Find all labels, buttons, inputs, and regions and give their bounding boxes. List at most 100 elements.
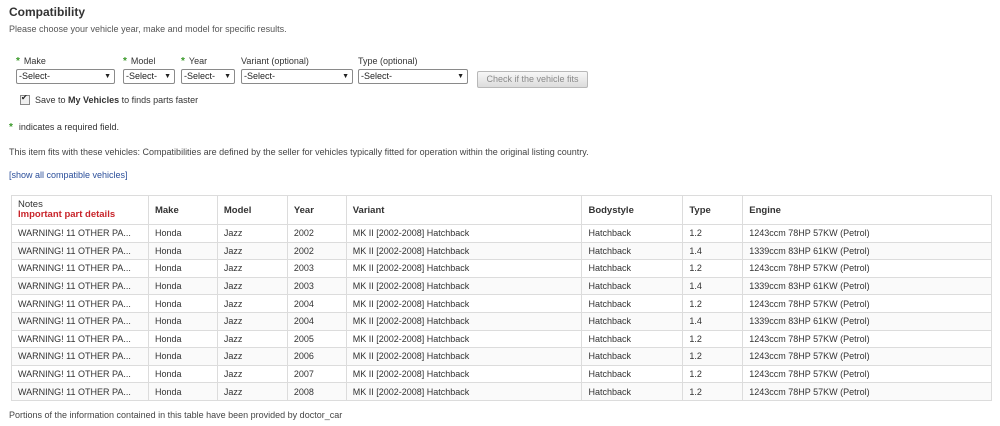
make-cell: Honda xyxy=(147,311,218,331)
bodystyle-cell: Hatchback xyxy=(581,382,684,401)
year-cell: 2007 xyxy=(286,364,347,384)
engine-cell: 1243ccm 78HP 57KW (Petrol) xyxy=(742,364,992,384)
make-column-header[interactable]: Make xyxy=(147,195,218,225)
notes-cell[interactable]: WARNING! 11 OTHER PA... xyxy=(11,364,149,384)
required-star-icon: * xyxy=(123,56,127,67)
chevron-down-icon: ▼ xyxy=(457,73,464,80)
type-selector-group: Type (optional) -Select- ▼ xyxy=(358,55,468,84)
engine-cell: 1339ccm 83HP 61KW (Petrol) xyxy=(742,241,992,261)
variant-select[interactable]: -Select- ▼ xyxy=(241,69,353,84)
table-header-row: Notes Important part details Make Model … xyxy=(11,195,992,225)
chevron-down-icon: ▼ xyxy=(224,73,231,80)
model-cell: Jazz xyxy=(216,224,288,243)
make-label: * Make xyxy=(16,56,46,67)
table-row: WARNING! 11 OTHER PA... Honda Jazz 2008 MK I… xyxy=(11,382,992,401)
my-vehicles-label: My Vehicles xyxy=(68,95,120,105)
model-select[interactable]: -Select- ▼ xyxy=(123,69,175,84)
make-cell: Honda xyxy=(147,329,218,349)
table-row: WARNING! 11 OTHER PA... Honda Jazz 2007 MK I… xyxy=(11,364,992,384)
fits-description: This item fits with these vehicles: Comp… xyxy=(9,147,589,157)
bodystyle-column-header[interactable]: Bodystyle xyxy=(581,195,684,225)
section-title: Compatibility xyxy=(9,5,86,19)
type-label: Type (optional) xyxy=(358,56,418,66)
variant-selector-group: Variant (optional) -Select- ▼ xyxy=(241,55,353,84)
variant-cell: MK II [2002-2008] Hatchback xyxy=(345,329,583,349)
table-row: WARNING! 11 OTHER PA... Honda Jazz 2006 MK I… xyxy=(11,347,992,366)
table-row: WARNING! 11 OTHER PA... Honda Jazz 2003 MK I… xyxy=(11,276,992,296)
chevron-down-icon: ▼ xyxy=(342,73,349,80)
type-cell: 1.2 xyxy=(682,294,744,313)
notes-cell[interactable]: WARNING! 11 OTHER PA... xyxy=(11,382,149,401)
bodystyle-cell: Hatchback xyxy=(581,364,684,384)
model-column-header[interactable]: Model xyxy=(216,195,288,225)
make-cell: Honda xyxy=(147,276,218,296)
bodystyle-cell: Hatchback xyxy=(581,329,684,349)
bodystyle-cell: Hatchback xyxy=(581,259,684,278)
type-cell: 1.4 xyxy=(682,276,744,296)
table-row: WARNING! 11 OTHER PA... Honda Jazz 2004 MK I… xyxy=(11,311,992,331)
save-vehicle-row: Save to My Vehicles to finds parts faste… xyxy=(20,93,198,105)
engine-column-header[interactable]: Engine xyxy=(742,195,992,225)
engine-cell: 1243ccm 78HP 57KW (Petrol) xyxy=(742,294,992,313)
model-cell: Jazz xyxy=(216,241,288,261)
variant-column-header[interactable]: Variant xyxy=(345,195,583,225)
table-row: WARNING! 11 OTHER PA... Honda Jazz 2005 MK I… xyxy=(11,329,992,349)
notes-cell[interactable]: WARNING! 11 OTHER PA... xyxy=(11,224,149,243)
model-cell: Jazz xyxy=(216,276,288,296)
section-subtitle: Please choose your vehicle year, make an… xyxy=(9,24,287,34)
year-cell: 2006 xyxy=(286,347,347,366)
required-star-icon: * xyxy=(181,56,185,67)
make-cell: Honda xyxy=(147,382,218,401)
year-column-header[interactable]: Year xyxy=(286,195,347,225)
model-cell: Jazz xyxy=(216,382,288,401)
notes-cell[interactable]: WARNING! 11 OTHER PA... xyxy=(11,311,149,331)
variant-cell: MK II [2002-2008] Hatchback xyxy=(345,241,583,261)
important-details-label: Important part details xyxy=(18,209,116,220)
year-cell: 2005 xyxy=(286,329,347,349)
required-field-note: * indicates a required field. xyxy=(9,122,119,133)
variant-cell: MK II [2002-2008] Hatchback xyxy=(345,276,583,296)
bodystyle-cell: Hatchback xyxy=(581,347,684,366)
engine-cell: 1243ccm 78HP 57KW (Petrol) xyxy=(742,382,992,401)
make-cell: Honda xyxy=(147,347,218,366)
type-select[interactable]: -Select- ▼ xyxy=(358,69,468,84)
notes-column-header: Notes Important part details xyxy=(11,195,149,225)
model-selector-group: * Model -Select- ▼ xyxy=(123,55,175,84)
notes-cell[interactable]: WARNING! 11 OTHER PA... xyxy=(11,241,149,261)
make-select[interactable]: -Select- ▼ xyxy=(16,69,115,84)
type-cell: 1.2 xyxy=(682,347,744,366)
type-column-header[interactable]: Type xyxy=(682,195,744,225)
notes-cell[interactable]: WARNING! 11 OTHER PA... xyxy=(11,276,149,296)
bodystyle-cell: Hatchback xyxy=(581,276,684,296)
required-star-icon: * xyxy=(9,122,13,133)
table-row: WARNING! 11 OTHER PA... Honda Jazz 2004 MK I… xyxy=(11,294,992,313)
variant-label: Variant (optional) xyxy=(241,56,309,66)
compatibility-table: Notes Important part details Make Model … xyxy=(11,195,992,401)
engine-cell: 1339ccm 83HP 61KW (Petrol) xyxy=(742,311,992,331)
variant-cell: MK II [2002-2008] Hatchback xyxy=(345,364,583,384)
year-select[interactable]: -Select- ▼ xyxy=(181,69,235,84)
type-cell: 1.2 xyxy=(682,364,744,384)
table-row: WARNING! 11 OTHER PA... Honda Jazz 2003 MK I… xyxy=(11,259,992,278)
engine-cell: 1339ccm 83HP 61KW (Petrol) xyxy=(742,276,992,296)
footer-note: Portions of the information contained in… xyxy=(9,410,343,420)
check-fit-button[interactable]: Check if the vehicle fits xyxy=(477,71,588,88)
year-cell: 2002 xyxy=(286,241,347,261)
notes-cell[interactable]: WARNING! 11 OTHER PA... xyxy=(11,329,149,349)
notes-cell[interactable]: WARNING! 11 OTHER PA... xyxy=(11,347,149,366)
variant-cell: MK II [2002-2008] Hatchback xyxy=(345,224,583,243)
year-cell: 2003 xyxy=(286,259,347,278)
model-cell: Jazz xyxy=(216,364,288,384)
year-cell: 2004 xyxy=(286,294,347,313)
notes-cell[interactable]: WARNING! 11 OTHER PA... xyxy=(11,294,149,313)
notes-cell[interactable]: WARNING! 11 OTHER PA... xyxy=(11,259,149,278)
year-cell: 2003 xyxy=(286,276,347,296)
make-cell: Honda xyxy=(147,241,218,261)
show-all-vehicles-link[interactable]: [show all compatible vehicles] xyxy=(9,170,128,180)
model-cell: Jazz xyxy=(216,329,288,349)
variant-cell: MK II [2002-2008] Hatchback xyxy=(345,294,583,313)
type-cell: 1.2 xyxy=(682,382,744,401)
variant-cell: MK II [2002-2008] Hatchback xyxy=(345,382,583,401)
type-cell: 1.4 xyxy=(682,311,744,331)
save-vehicle-checkbox[interactable] xyxy=(20,93,30,105)
